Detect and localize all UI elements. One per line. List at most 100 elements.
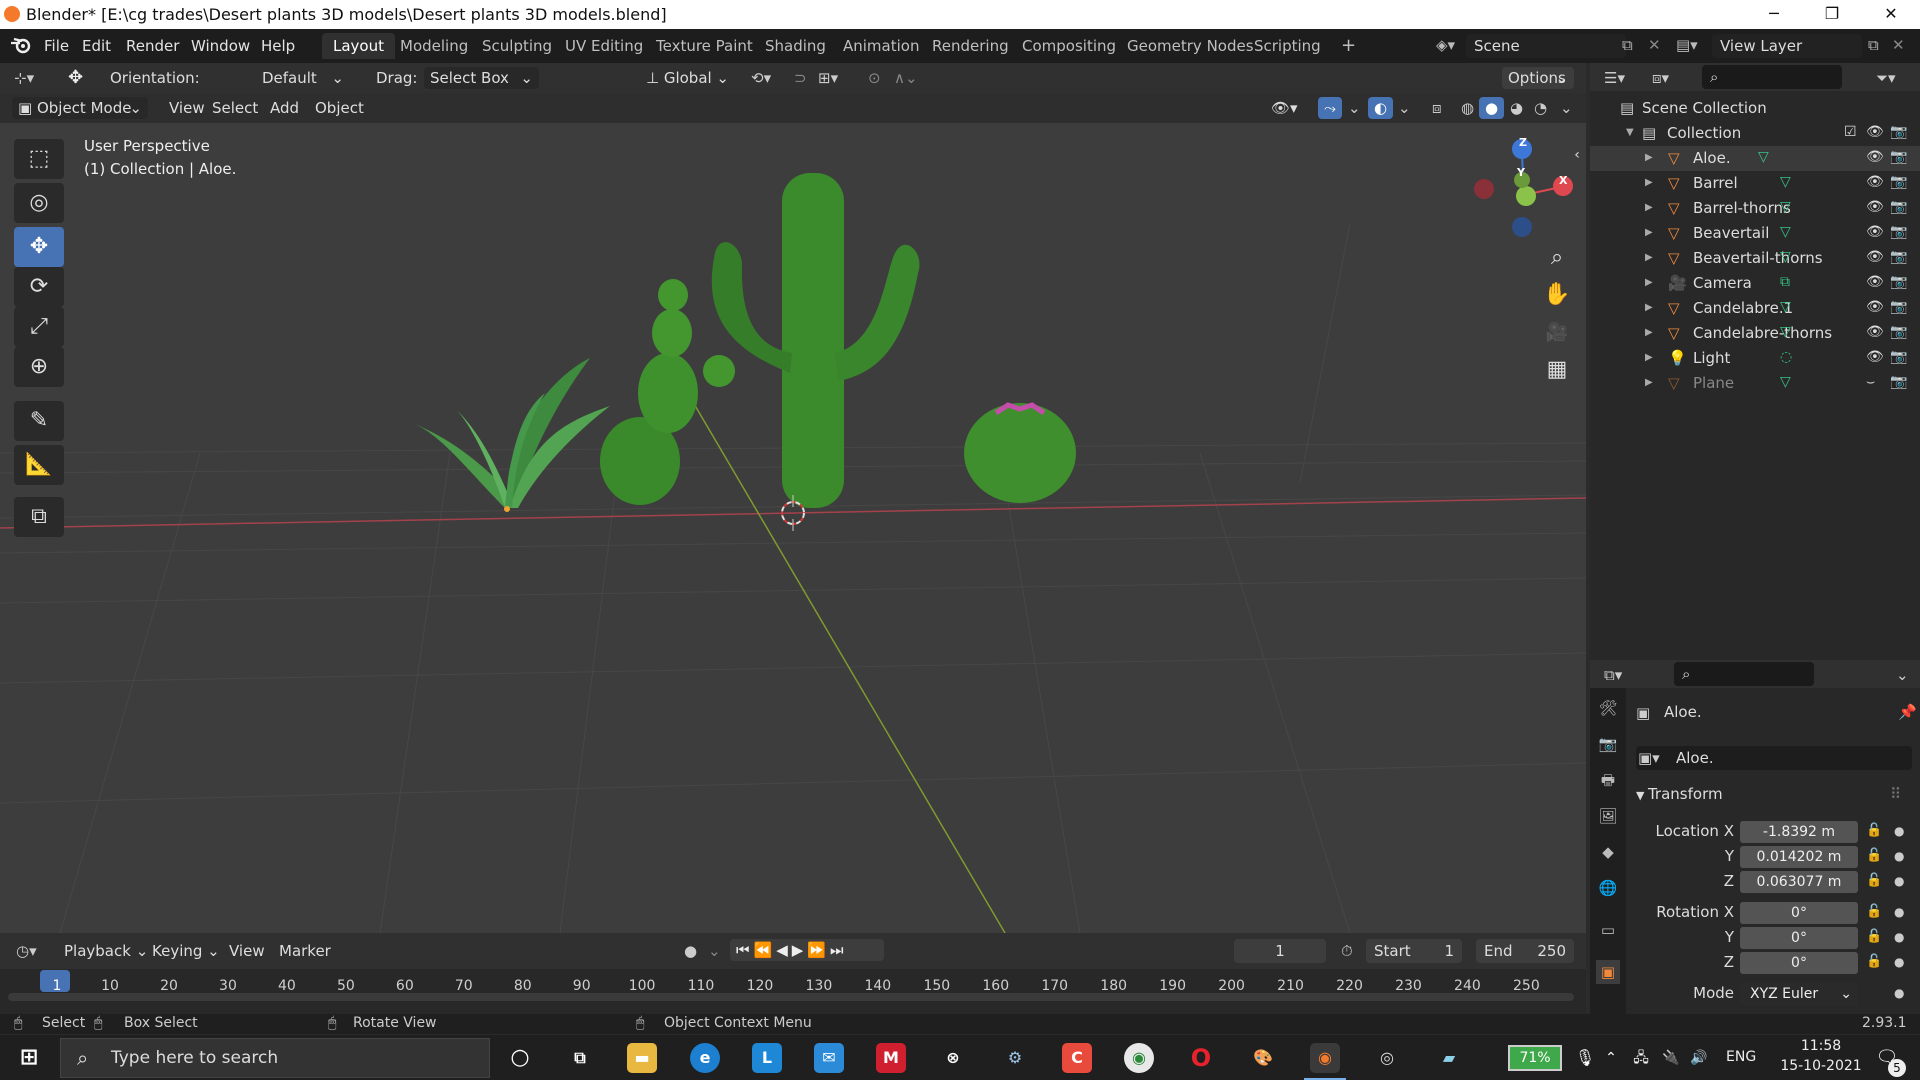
pan-hand-icon[interactable]: ✋ (1540, 278, 1574, 312)
display-mode-icon[interactable]: ⧈▾ (1646, 67, 1675, 89)
timeline-menu-view[interactable]: View (223, 940, 271, 962)
move-tool-icon[interactable]: ✥ (14, 227, 64, 267)
outliner-item[interactable]: ▶ 💡 Light ◌ 👁 📷 (1590, 346, 1920, 371)
view-layer-selector-icon[interactable]: ▤▾ (1670, 34, 1704, 56)
cortana-icon[interactable]: ○ (505, 1043, 535, 1073)
shading-dropdown-icon[interactable]: ⌄ (1554, 97, 1579, 119)
view-layer-tab-icon[interactable]: 🖼 (1596, 804, 1620, 828)
play-icon[interactable]: ▶ (792, 941, 808, 959)
camera-render-icon[interactable]: 📷 (1890, 349, 1907, 365)
output-tab-icon[interactable]: 🖶 (1596, 768, 1620, 792)
chrome-icon[interactable]: ◉ (1124, 1043, 1154, 1073)
expand-arrow-icon[interactable]: ▼ (1626, 127, 1634, 138)
delete-view-layer-icon[interactable]: ✕ (1886, 34, 1911, 56)
world-tab-icon[interactable]: 🌐 (1596, 876, 1620, 900)
visibility-icon[interactable]: 👁▾ (1265, 97, 1304, 119)
rendered-shading-icon[interactable]: ◔ (1528, 97, 1553, 119)
current-frame-field[interactable]: 1 (1234, 939, 1326, 963)
paint-icon[interactable]: 🎨 (1248, 1043, 1278, 1073)
expand-arrow-icon[interactable]: ▶ (1645, 152, 1653, 163)
rotation-mode-dropdown[interactable]: XYZ Euler ⌄ (1740, 983, 1858, 1005)
edge-browser-icon[interactable]: e (690, 1043, 720, 1073)
menu-edit[interactable]: Edit (82, 37, 111, 55)
camera-render-icon[interactable]: 📷 (1890, 374, 1907, 390)
app-blue-icon[interactable]: ▰ (1434, 1043, 1464, 1073)
outliner-collection[interactable]: ▼ ▤ Collection ☑ 👁 📷 (1590, 121, 1920, 146)
transform-orientation-dropdown[interactable]: ⊥ Global ⌄ (640, 67, 735, 89)
camera-data-icon[interactable]: ⧉ (1780, 274, 1790, 290)
tab-modeling[interactable]: Modeling (389, 33, 479, 59)
expand-arrow-icon[interactable]: ▶ (1645, 302, 1653, 313)
gizmo-toggle-icon[interactable]: ⤳ (1318, 97, 1343, 119)
outliner-scene-collection[interactable]: ▤ Scene Collection (1590, 96, 1920, 121)
minimize-button[interactable]: ─ (1745, 0, 1803, 29)
rotation-y-field[interactable]: 0° (1740, 927, 1858, 949)
y-axis-handle[interactable] (1516, 186, 1536, 206)
timeline-menu-keying[interactable]: Keying ⌄ (146, 940, 226, 962)
editor-type-icon[interactable]: ⊹▾ (8, 67, 40, 89)
language-indicator[interactable]: ENG (1726, 1049, 1756, 1065)
light-data-icon[interactable]: ◌ (1780, 349, 1792, 365)
mode-dropdown[interactable]: ▣ Object Mode ⌄ (12, 97, 148, 119)
menu-window[interactable]: Window (191, 37, 250, 55)
camera-render-icon[interactable]: 📷 (1890, 174, 1907, 190)
camera-render-icon[interactable]: 📷 (1890, 224, 1907, 240)
tab-sculpting[interactable]: Sculpting (471, 33, 563, 59)
viewport-menu-view[interactable]: View (163, 97, 211, 119)
expand-arrow-icon[interactable]: ▶ (1645, 277, 1653, 288)
snap-target-icon[interactable]: ⊞▾ (812, 67, 844, 89)
next-keyframe-icon[interactable]: ⏩ (807, 941, 830, 959)
add-workspace-button[interactable]: + (1330, 33, 1367, 59)
keyframe-dot-icon[interactable]: ● (1894, 824, 1904, 838)
object-tab-icon[interactable]: ▣ (1596, 960, 1620, 984)
outliner-item[interactable]: ▶ 🎥 Camera ⧉ 👁 📷 (1590, 271, 1920, 296)
eye-icon[interactable]: 👁 (1866, 224, 1884, 240)
blender-logo-icon[interactable] (10, 35, 32, 55)
scene-selector-icon[interactable]: ◈▾ (1430, 34, 1461, 56)
close-button[interactable]: ✕ (1862, 0, 1920, 29)
tab-uv-editing[interactable]: UV Editing (554, 33, 654, 59)
transform-panel-header[interactable]: ▼ Transform (1636, 785, 1723, 803)
tab-compositing[interactable]: Compositing (1011, 33, 1127, 59)
mail-icon[interactable]: ✉ (814, 1043, 844, 1073)
eye-icon[interactable]: 👁 (1866, 199, 1884, 215)
keyframe-dot-icon[interactable]: ● (1894, 874, 1904, 888)
network-icon[interactable]: 🖧 (1626, 1043, 1656, 1073)
lock-icon[interactable]: 🔓 (1866, 954, 1882, 969)
collection-checkbox[interactable]: ☑ (1844, 124, 1857, 140)
render-tab-icon[interactable]: 📷 (1596, 732, 1620, 756)
properties-editor-type-icon[interactable]: ⧉▾ (1598, 664, 1628, 686)
blender-taskbar-icon[interactable]: ◉ (1310, 1043, 1340, 1073)
location-y-field[interactable]: 0.014202 m (1740, 846, 1858, 868)
tab-texture-paint[interactable]: Texture Paint (645, 33, 764, 59)
file-explorer-icon[interactable]: ▬ (627, 1043, 657, 1073)
jump-end-icon[interactable]: ⏭ (830, 941, 848, 959)
timeline-editor-type-icon[interactable]: ◷▾ (10, 940, 43, 962)
show-hidden-icons-chevron[interactable]: ⌃ (1596, 1043, 1626, 1073)
camera-render-icon[interactable]: 📷 (1890, 199, 1907, 215)
mesh-data-icon[interactable]: ▽ (1780, 174, 1791, 190)
lock-icon[interactable]: 🔓 (1866, 823, 1882, 838)
outliner-item[interactable]: ▶ ▽ Barrel-thorns ▽ 👁 📷 (1590, 196, 1920, 221)
eye-icon[interactable]: 👁 (1866, 149, 1884, 165)
power-icon[interactable]: 🔌 (1656, 1043, 1686, 1073)
battery-indicator[interactable]: 71% (1508, 1045, 1562, 1071)
outliner-item[interactable]: ▶ ▽ Plane ▽ ⌣ 📷 (1590, 371, 1920, 396)
xbox-icon[interactable]: ⊗ (938, 1043, 968, 1073)
rotate-tool-icon[interactable]: ⟳ (14, 267, 64, 307)
task-view-icon[interactable]: ⧉ (565, 1043, 595, 1073)
jump-start-icon[interactable]: ⏮ (736, 941, 754, 959)
maximize-button[interactable]: ❐ (1803, 0, 1861, 29)
expand-arrow-icon[interactable]: ▶ (1645, 177, 1653, 188)
prev-keyframe-icon[interactable]: ⏪ (754, 941, 777, 959)
windows-start-icon[interactable]: ⊞ (14, 1043, 44, 1073)
lock-icon[interactable]: 🔓 (1866, 904, 1882, 919)
overlays-dropdown-icon[interactable]: ⌄ (1392, 97, 1417, 119)
pin-icon[interactable]: 📌 (1898, 703, 1917, 721)
mcafee-icon[interactable]: M (876, 1043, 906, 1073)
zoom-icon[interactable]: ⌕ (1540, 241, 1574, 275)
app-l-icon[interactable]: L (752, 1043, 782, 1073)
clock-time[interactable]: 11:58 (1776, 1038, 1866, 1054)
preview-range-icon[interactable]: ⏱ (1335, 940, 1359, 962)
eye-icon[interactable]: 👁 (1866, 274, 1884, 290)
